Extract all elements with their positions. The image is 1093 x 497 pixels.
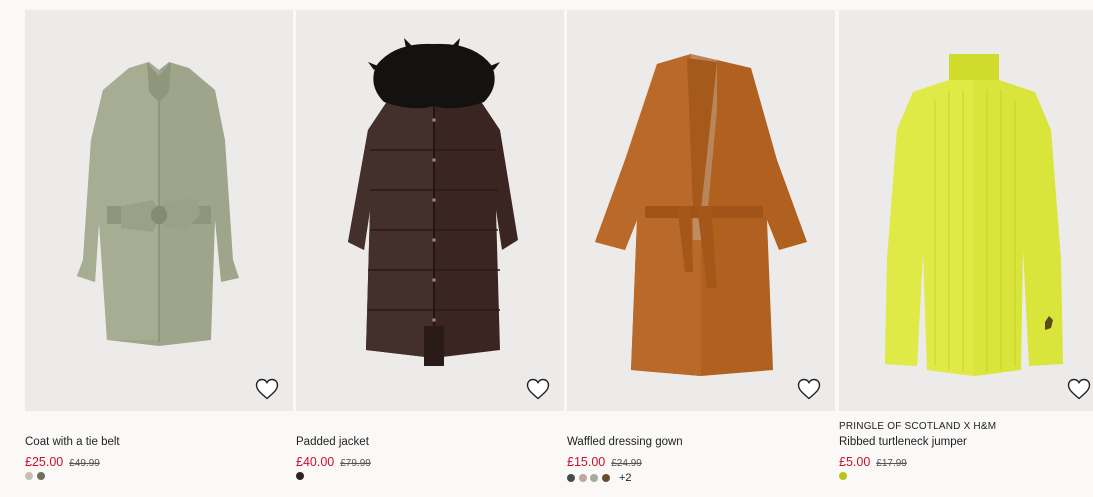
product-title-link[interactable]: Waffled dressing gown: [567, 436, 683, 448]
product-image[interactable]: [839, 10, 1093, 411]
padded-jacket-illustration: [348, 38, 518, 366]
color-swatches: [25, 472, 48, 480]
product-brand: PRINGLE OF SCOTLAND X H&M: [839, 421, 997, 432]
product-card: Padded jacket £40.00 £79.99: [296, 10, 564, 497]
dressing-gown-illustration: [595, 54, 807, 376]
product-image[interactable]: [25, 10, 293, 411]
color-swatch[interactable]: [601, 474, 610, 482]
original-price: £17.99: [876, 458, 907, 469]
heart-outline-icon: [797, 378, 821, 400]
price-row: £40.00 £79.99: [296, 453, 371, 471]
original-price: £49.99: [69, 458, 100, 469]
color-swatch[interactable]: [25, 472, 33, 480]
product-title-link[interactable]: Padded jacket: [296, 436, 369, 448]
product-card: Coat with a tie belt £25.00 £49.99: [25, 10, 293, 497]
color-swatch[interactable]: [590, 474, 598, 482]
favourite-button[interactable]: [526, 378, 550, 400]
color-swatch[interactable]: [578, 474, 587, 482]
favourite-button[interactable]: [797, 378, 821, 400]
sale-price: £25.00: [25, 455, 64, 469]
product-grid: Coat with a tie belt £25.00 £49.99 Padde…: [0, 0, 1093, 497]
color-swatch[interactable]: [36, 472, 45, 480]
price-row: £15.00 £24.99: [567, 453, 642, 471]
product-card: PRINGLE OF SCOTLAND X H&M Ribbed turtlen…: [839, 10, 1093, 497]
sale-price: £40.00: [296, 455, 335, 469]
heart-outline-icon: [1067, 378, 1091, 400]
color-swatches: [296, 472, 308, 480]
color-swatches: +2: [567, 472, 632, 484]
more-colors-count[interactable]: +2: [619, 472, 632, 484]
price-row: £25.00 £49.99: [25, 453, 100, 471]
price-row: £5.00 £17.99: [839, 453, 907, 471]
product-card: Waffled dressing gown £15.00 £24.99 +2: [567, 10, 835, 497]
product-image[interactable]: [296, 10, 564, 411]
original-price: £79.99: [340, 458, 371, 469]
turtleneck-jumper-illustration: [885, 54, 1063, 376]
product-image[interactable]: [567, 10, 835, 411]
color-swatch[interactable]: [296, 472, 304, 480]
favourite-button[interactable]: [1067, 378, 1091, 400]
heart-outline-icon: [255, 378, 279, 400]
color-swatch[interactable]: [567, 474, 575, 482]
color-swatch[interactable]: [839, 472, 847, 480]
heart-outline-icon: [526, 378, 550, 400]
favourite-button[interactable]: [255, 378, 279, 400]
product-title-link[interactable]: Coat with a tie belt: [25, 436, 120, 448]
sale-price: £15.00: [567, 455, 606, 469]
coat-illustration: [77, 62, 239, 346]
original-price: £24.99: [611, 458, 642, 469]
color-swatches: [839, 472, 851, 480]
sale-price: £5.00: [839, 455, 871, 469]
product-title-link[interactable]: Ribbed turtleneck jumper: [839, 436, 967, 448]
